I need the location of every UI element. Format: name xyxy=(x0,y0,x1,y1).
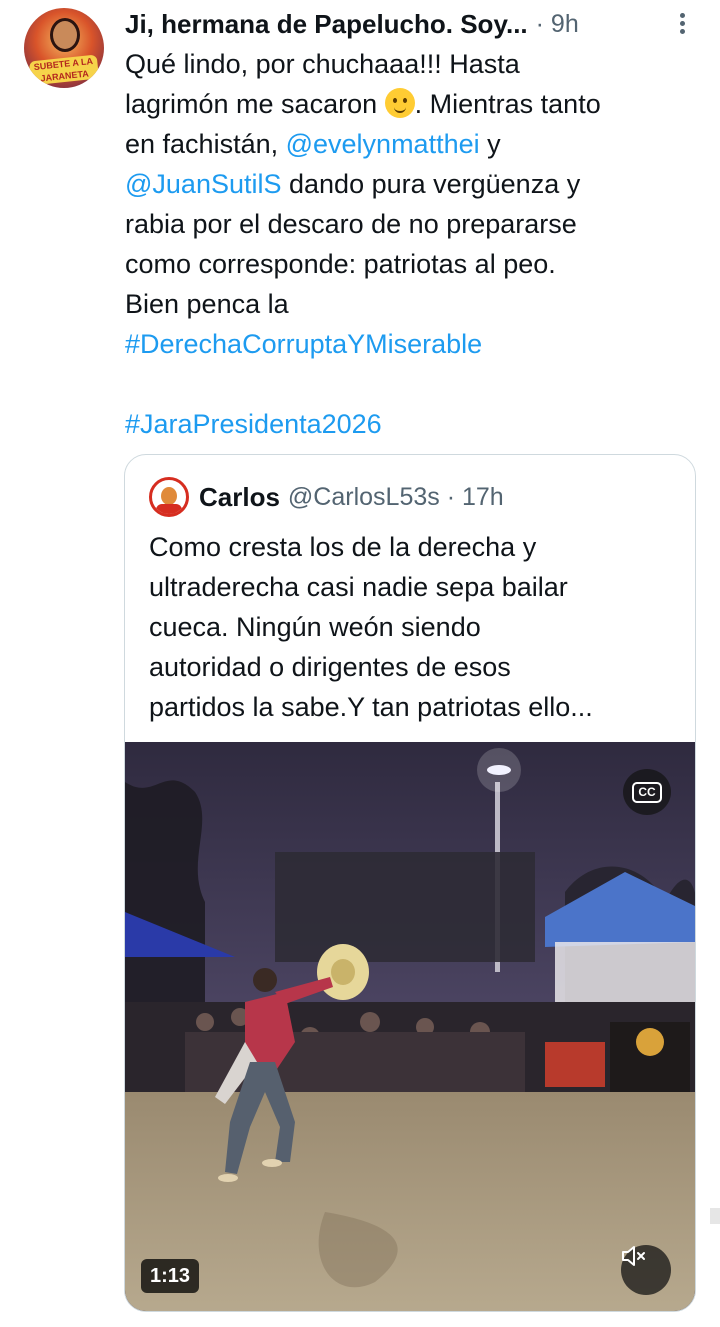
speaker-muted-icon xyxy=(622,1246,645,1266)
tweet-line: #JaraPresidenta2026 xyxy=(125,404,695,444)
author-name[interactable]: Ji, hermana de Papelucho. Soy... xyxy=(125,9,528,40)
quoted-line: Como cresta los de la derecha y xyxy=(149,532,537,562)
avatar[interactable]: SUBETE A LA JARANETA xyxy=(24,8,104,88)
video-duration: 1:13 xyxy=(141,1259,200,1293)
quoted-line: cueca. Ningún weón siendo xyxy=(149,612,481,642)
mute-button[interactable] xyxy=(621,1245,671,1295)
tweet-line: rabia por el descaro de no prepararse xyxy=(125,209,577,239)
smiling-face-with-tear-icon xyxy=(384,88,415,118)
video-frame xyxy=(125,742,695,1311)
avatar-banner: SUBETE A LA JARANETA xyxy=(28,54,100,86)
tweet-line: en fachistán, @evelynmatthei y xyxy=(125,129,501,159)
quoted-tweet[interactable]: Carlos @CarlosL53s · 17h Como cresta los… xyxy=(124,454,696,1312)
quoted-line: ultraderecha casi nadie sepa bailar xyxy=(149,572,568,602)
captions-button[interactable]: CC xyxy=(623,769,671,815)
mention-link[interactable]: @evelynmatthei xyxy=(286,129,480,159)
tweet-header: Ji, hermana de Papelucho. Soy... · 9h xyxy=(125,4,685,44)
video-player[interactable]: CC 1:13 xyxy=(125,742,695,1311)
quoted-line: partidos la sabe.Y tan patriotas ello... xyxy=(149,692,593,722)
quoted-author-name[interactable]: Carlos xyxy=(199,482,280,513)
mention-link[interactable]: @JuanSutilS xyxy=(125,169,282,199)
quoted-line: autoridad o dirigentes de esos xyxy=(149,652,511,682)
quoted-handle-time[interactable]: @CarlosL53s · 17h xyxy=(288,483,504,512)
cc-icon: CC xyxy=(632,781,662,803)
more-options-icon[interactable] xyxy=(668,10,696,38)
tweet-line: como corresponde: patriotas al peo. xyxy=(125,249,556,279)
tweet-line: @JuanSutilS dando pura vergüenza y xyxy=(125,169,581,199)
tweet-line: Qué lindo, por chuchaaa!!! Hasta xyxy=(125,49,520,79)
tweet-text: Qué lindo, por chuchaaa!!! Hasta lagrimó… xyxy=(125,44,695,444)
quoted-avatar[interactable] xyxy=(149,477,189,517)
tweet-line: lagrimón me sacaron . Mientras tanto xyxy=(125,88,601,119)
quoted-text: Como cresta los de la derecha y ultrader… xyxy=(149,527,679,727)
tweet-time[interactable]: · 9h xyxy=(536,10,579,39)
hashtag-link[interactable]: #JaraPresidenta2026 xyxy=(125,409,382,439)
scrollbar[interactable] xyxy=(710,1208,720,1224)
hashtag-link[interactable]: #DerechaCorruptaYMiserable xyxy=(125,329,482,359)
avatar-face xyxy=(50,18,80,52)
quoted-tweet-header: Carlos @CarlosL53s · 17h xyxy=(149,477,504,517)
tweet-line: #DerechaCorruptaYMiserable xyxy=(125,324,695,364)
tweet-line: Bien penca la xyxy=(125,289,289,319)
